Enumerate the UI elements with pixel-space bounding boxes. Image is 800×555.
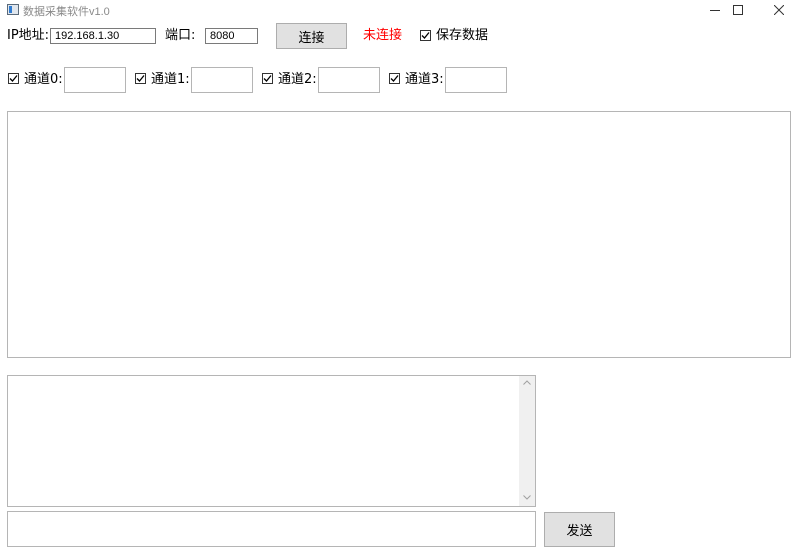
channel-2-label: 通道2:: [278, 72, 317, 87]
channel-2-checkbox[interactable]: [262, 73, 273, 84]
ip-address-input[interactable]: [50, 28, 156, 44]
maximize-icon: [733, 5, 743, 15]
check-icon: [390, 75, 399, 82]
check-icon: [421, 32, 430, 39]
channel-3-checkbox[interactable]: [389, 73, 400, 84]
connect-button[interactable]: 连接: [276, 23, 347, 49]
log-textarea[interactable]: [7, 375, 536, 507]
port-input[interactable]: [205, 28, 258, 44]
channel-0-checkbox[interactable]: [8, 73, 19, 84]
channel-1-checkbox[interactable]: [135, 73, 146, 84]
log-scrollbar[interactable]: [519, 376, 535, 506]
data-display-panel: [7, 111, 791, 358]
scroll-up-icon[interactable]: [523, 380, 531, 385]
app-icon: [7, 4, 19, 15]
close-button[interactable]: [756, 0, 800, 20]
title-bar: 数据采集软件v1.0: [0, 0, 800, 20]
channel-0-label: 通道0:: [24, 72, 63, 87]
save-data-label: 保存数据: [436, 28, 489, 43]
check-icon: [136, 75, 145, 82]
ip-label: IP地址:: [7, 28, 50, 43]
channel-2-input[interactable]: [318, 67, 380, 93]
maximize-button[interactable]: [715, 0, 761, 20]
check-icon: [9, 75, 18, 82]
channel-1-label: 通道1:: [151, 72, 190, 87]
channel-1-input[interactable]: [191, 67, 253, 93]
send-input[interactable]: [7, 511, 536, 547]
connection-status: 未连接: [363, 28, 403, 43]
check-icon: [263, 75, 272, 82]
save-data-checkbox[interactable]: [420, 30, 431, 41]
close-icon: [774, 5, 784, 15]
channel-0-input[interactable]: [64, 67, 126, 93]
port-label: 端口:: [165, 28, 196, 43]
channel-3-input[interactable]: [445, 67, 507, 93]
send-button[interactable]: 发送: [544, 512, 615, 547]
window-title: 数据采集软件v1.0: [23, 6, 110, 18]
scroll-down-icon[interactable]: [523, 495, 531, 500]
channel-3-label: 通道3:: [405, 72, 444, 87]
